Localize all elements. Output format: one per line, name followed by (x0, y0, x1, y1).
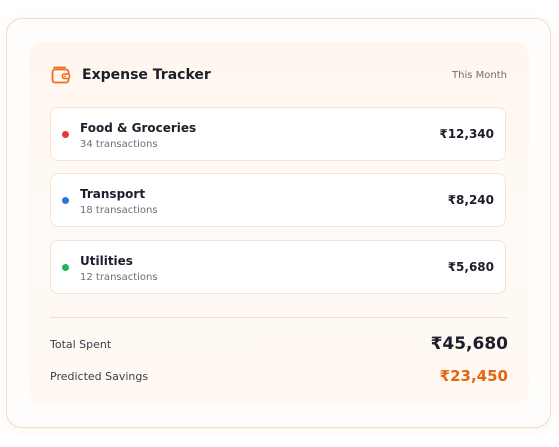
expense-amount: ₹12,340 (439, 127, 494, 141)
summary-divider (50, 317, 508, 318)
transaction-count: 34 transactions (80, 139, 158, 150)
category-dot (62, 197, 69, 204)
expense-tracker-panel: Expense Tracker This Month Food & Grocer… (29, 42, 529, 404)
total-spent-label: Total Spent (50, 338, 112, 351)
expense-name: Food & Groceries (80, 121, 197, 135)
expense-row-transport[interactable]: Transport 18 transactions ₹8,240 (50, 173, 506, 227)
transaction-count: 18 transactions (80, 205, 158, 216)
category-dot (62, 131, 69, 138)
predicted-savings-value: ₹23,450 (439, 367, 508, 385)
expense-amount: ₹8,240 (447, 193, 494, 207)
total-spent-value: ₹45,680 (430, 334, 508, 354)
wallet-icon (51, 66, 71, 84)
period-label: This Month (452, 70, 507, 81)
category-dot (62, 264, 69, 271)
expense-name: Utilities (80, 254, 133, 268)
page-title: Expense Tracker (82, 67, 211, 83)
expense-row-utilities[interactable]: Utilities 12 transactions ₹5,680 (50, 240, 506, 294)
predicted-savings-label: Predicted Savings (50, 370, 149, 383)
expense-row-food[interactable]: Food & Groceries 34 transactions ₹12,340 (50, 107, 506, 161)
panel-header: Expense Tracker This Month (51, 64, 507, 88)
expense-name: Transport (80, 187, 146, 201)
expense-amount: ₹5,680 (447, 260, 494, 274)
transaction-count: 12 transactions (80, 272, 158, 283)
